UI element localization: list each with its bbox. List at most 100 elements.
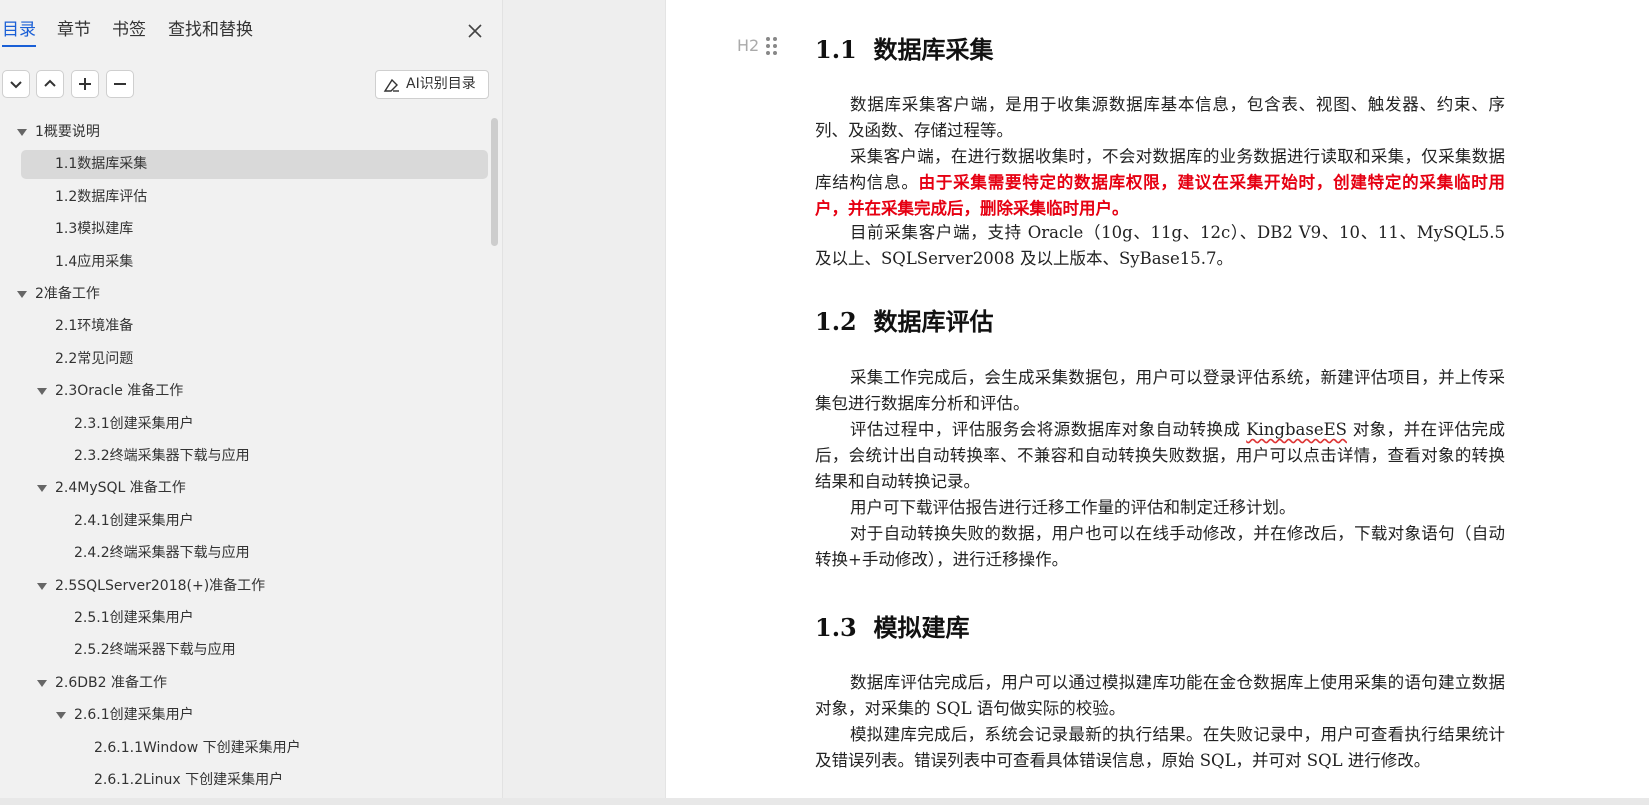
toc-item[interactable]: 2.4.1创建采集用户 [0, 507, 490, 536]
toc-item-label: 2.3Oracle 准备工作 [55, 383, 184, 400]
toc-item-label: 1.2数据库评估 [55, 188, 148, 205]
toc-item[interactable]: 1概要说明 [0, 118, 490, 147]
toc-item[interactable]: 2.5.2终端采器下载与应用 [0, 636, 490, 665]
toc-item[interactable]: 2.6.1创建采集用户 [0, 701, 490, 730]
toc-item[interactable]: 2.5SQLServer2018(+)准备工作 [0, 572, 490, 601]
paragraph-text: KingbaseES [1246, 420, 1347, 439]
toc-item-label: 2.6.1.2Linux 下创建采集用户 [94, 772, 284, 788]
plus-icon [79, 78, 91, 90]
toc-item[interactable]: 2.6.1.1Window 下创建采集用户 [0, 734, 490, 763]
toc-scrollbar[interactable] [491, 118, 498, 246]
toc-item[interactable]: 2.5.1创建采集用户 [0, 604, 490, 633]
toc-item[interactable]: 1.3模拟建库 [0, 215, 490, 244]
caret-down-icon[interactable] [37, 388, 47, 396]
toc-item[interactable]: 1.1数据库采集 [0, 150, 490, 180]
paragraph[interactable]: 数据库评估完成后，用户可以通过模拟建库功能在金仓数据库上使用采集的语句建立数据对… [815, 670, 1505, 722]
toc-item-label: 2.6DB2 准备工作 [55, 674, 168, 691]
toc-item[interactable]: 2准备工作 [0, 280, 490, 309]
toc-item[interactable]: 1.2数据库评估 [0, 183, 490, 212]
close-icon [468, 24, 482, 38]
caret-down-icon[interactable] [37, 485, 47, 493]
toc-item-label: 1概要说明 [35, 124, 100, 140]
caret-down-icon[interactable] [37, 679, 47, 688]
section-heading: 1.3 模拟建库 [815, 608, 969, 643]
toc-item-label: 2.1环境准备 [55, 318, 134, 335]
toc-item-label: 2.6.1.1Window 下创建采集用户 [94, 739, 301, 756]
expand-up-button[interactable] [36, 70, 64, 98]
toc-item-label: 1.1数据库采集 [55, 156, 148, 173]
highlighted-text: 由于采集需要特定的数据库权限，建议在采集开始时，创建特定的采集临时用户，并在采集… [815, 173, 1506, 218]
tab-toc[interactable]: 目录 [2, 18, 36, 47]
toc-item[interactable]: 1.4应用采集 [0, 248, 490, 277]
drag-handle-icon [766, 37, 777, 55]
section-heading: 1.2 数据库评估 [815, 302, 993, 337]
paragraph-text: 对于自动转换失败的数据，用户也可以在线手动修改，并在修改后，下载对象语句（自动转… [815, 524, 1505, 569]
paragraph-text: 采集工作完成后，会生成采集数据包，用户可以登录评估系统，新建评估项目，并上传采集… [815, 368, 1505, 413]
paragraph-text: 数据库评估完成后，用户可以通过模拟建库功能在金仓数据库上使用采集的语句建立数据对… [815, 673, 1505, 718]
toc-item[interactable]: 2.4.2终端采集器下载与应用 [0, 539, 490, 568]
document-margin [503, 0, 665, 805]
ai-button-label: AI识别目录 [406, 76, 476, 92]
paragraph-text: 用户可下载评估报告进行迁移工作量的评估和制定迁移计划。 [850, 498, 1296, 517]
caret-down-icon[interactable] [17, 291, 27, 299]
bottom-strip [0, 798, 1649, 805]
ai-recognize-toc-button[interactable]: AI识别目录 [375, 70, 489, 99]
heading-level-marker[interactable]: H2 [737, 35, 779, 59]
caret-down-icon[interactable] [17, 129, 27, 137]
paragraph[interactable]: 目前采集客户端，支持 Oracle（10g、11g、12c）、DB2 V9、10… [815, 220, 1505, 272]
tab-bookmarks[interactable]: 书签 [112, 18, 146, 42]
section-title: 数据库采集 [873, 35, 994, 64]
toc-item-label: 2.6.1创建采集用户 [74, 707, 194, 724]
tab-chapters[interactable]: 章节 [57, 18, 91, 42]
toc-item[interactable]: 2.2常见问题 [0, 345, 490, 374]
toc-item-label: 2.2常见问题 [55, 350, 134, 367]
caret-down-icon[interactable] [56, 712, 66, 720]
toc-item-label: 2.5SQLServer2018(+)准备工作 [55, 577, 266, 594]
toc-item-label: 2.3.1创建采集用户 [74, 415, 194, 432]
toc-item-label: 2.4.2终端采集器下载与应用 [74, 545, 250, 562]
toc-item[interactable]: 2.6DB2 准备工作 [0, 669, 490, 698]
add-entry-button[interactable] [71, 70, 99, 98]
paragraph-text: 模拟建库完成后，系统会记录最新的执行结果。在失败记录中，用户可查看执行结果统计及… [815, 725, 1505, 770]
section-title: 数据库评估 [873, 307, 994, 336]
section-heading: 1.1 数据库采集 [815, 30, 993, 65]
ai-magic-icon [383, 78, 399, 92]
collapse-down-button[interactable] [2, 70, 30, 98]
navigation-panel: 目录 章节 书签 查找和替换 AI识别目录 1概要说明 1.1数据库采集 1.2… [0, 0, 503, 805]
toc-item[interactable]: 2.4MySQL 准备工作 [0, 474, 490, 503]
section-number: 1.1 [815, 35, 857, 64]
paragraph[interactable]: 对于自动转换失败的数据，用户也可以在线手动修改，并在修改后，下载对象语句（自动转… [815, 521, 1505, 573]
paragraph[interactable]: 用户可下载评估报告进行迁移工作量的评估和制定迁移计划。 [815, 495, 1505, 521]
toc-item-label: 2.4MySQL 准备工作 [55, 480, 186, 497]
tab-find-replace[interactable]: 查找和替换 [168, 18, 253, 42]
toc-item-label: 2.5.2终端采器下载与应用 [74, 642, 236, 659]
toc-item[interactable]: 2.3.2终端采集器下载与应用 [0, 442, 490, 471]
heading-level-label: H2 [737, 36, 760, 55]
toc-item-label: 2.3.2终端采集器下载与应用 [74, 448, 250, 464]
paragraph[interactable]: 数据库采集客户端，是用于收集源数据库基本信息，包含表、视图、触发器、约束、序列、… [815, 92, 1505, 144]
toc-item[interactable]: 2.6.1.2Linux 下创建采集用户 [0, 766, 490, 795]
paragraph-text: 评估过程中，评估服务会将源数据库对象自动转换成 [850, 420, 1247, 439]
minus-icon [114, 83, 126, 85]
section-title: 模拟建库 [873, 613, 970, 642]
toc-item-label: 2准备工作 [35, 286, 100, 302]
toc-item[interactable]: 2.3.1创建采集用户 [0, 410, 490, 439]
toc-item-label: 1.3模拟建库 [55, 221, 134, 238]
paragraph[interactable]: 采集工作完成后，会生成采集数据包，用户可以登录评估系统，新建评估项目，并上传采集… [815, 365, 1505, 417]
toc-tree: 1概要说明 1.1数据库采集 1.2数据库评估 1.3模拟建库 1.4应用采集 2准备工作… [0, 118, 490, 805]
paragraph-text: 目前采集客户端，支持 Oracle（10g、11g、12c）、DB2 V9、10… [815, 223, 1505, 268]
paragraph-text: 数据库采集客户端，是用于收集源数据库基本信息，包含表、视图、触发器、约束、序列、… [815, 95, 1505, 140]
toc-item[interactable]: 2.3Oracle 准备工作 [0, 377, 490, 406]
chevron-down-icon [10, 81, 22, 89]
section-number: 1.3 [815, 613, 857, 642]
close-panel-button[interactable] [462, 18, 488, 44]
caret-down-icon[interactable] [37, 582, 47, 591]
remove-entry-button[interactable] [106, 70, 134, 98]
paragraph[interactable]: 评估过程中，评估服务会将源数据库对象自动转换成 KingbaseES 对象，并在… [815, 417, 1505, 495]
toc-item-label: 2.5.1创建采集用户 [74, 610, 194, 626]
toc-item[interactable]: 2.1环境准备 [0, 312, 490, 341]
paragraph[interactable]: 采集客户端，在进行数据收集时，不会对数据库的业务数据进行读取和采集，仅采集数据库… [815, 144, 1505, 222]
toc-item-label: 1.4应用采集 [55, 253, 134, 270]
toc-item-label: 2.4.1创建采集用户 [74, 512, 194, 529]
paragraph[interactable]: 模拟建库完成后，系统会记录最新的执行结果。在失败记录中，用户可查看执行结果统计及… [815, 722, 1505, 774]
